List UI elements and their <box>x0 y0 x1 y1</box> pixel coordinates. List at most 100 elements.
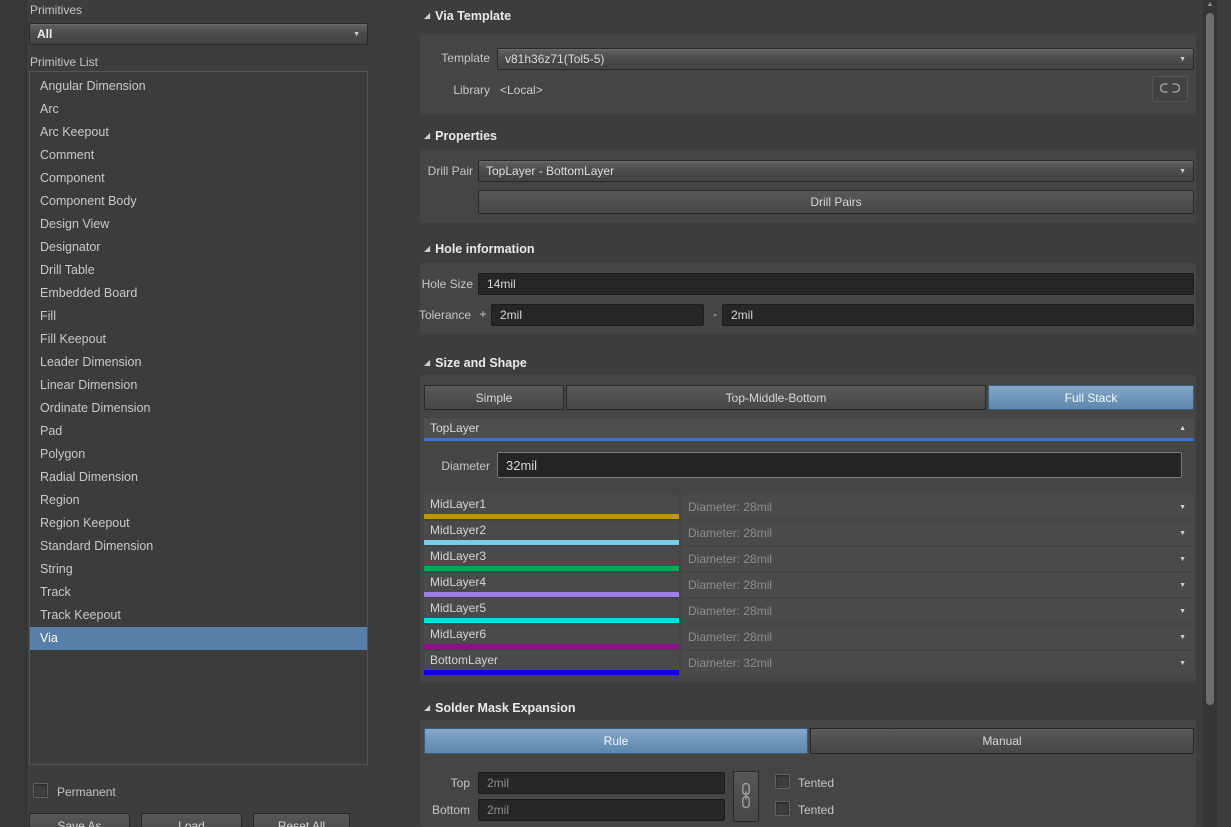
layer-label-cell: MidLayer1 <box>424 495 679 519</box>
chevron-down-icon: ▼ <box>1179 660 1186 667</box>
layer-label-cell: MidLayer4 <box>424 573 679 597</box>
tolerance-plus-sign: + <box>478 307 488 321</box>
primitive-list-item[interactable]: Arc Keepout <box>30 121 367 144</box>
primitive-list-item[interactable]: Designator <box>30 236 367 259</box>
primitive-list-item[interactable]: Ordinate Dimension <box>30 397 367 420</box>
primitive-list-item[interactable]: Comment <box>30 144 367 167</box>
save-as-button[interactable]: Save As <box>29 813 130 827</box>
properties-section-title: Properties <box>435 128 497 144</box>
primitive-list-item[interactable]: Region <box>30 489 367 512</box>
permanent-checkbox[interactable] <box>33 783 48 798</box>
section-expanded-icon: ◢ <box>424 359 430 367</box>
layer-label-cell: MidLayer5 <box>424 599 679 623</box>
solder-top-input[interactable]: 2mil <box>478 772 725 794</box>
diameter-input[interactable]: 32mil <box>497 452 1182 478</box>
chevron-down-icon: ▼ <box>1179 556 1186 563</box>
layer-name: MidLayer1 <box>430 497 486 511</box>
primitive-list-item[interactable]: Standard Dimension <box>30 535 367 558</box>
template-dropdown[interactable]: v81h36z71(Tol5-5) ▼ <box>497 48 1194 70</box>
layer-row[interactable]: MidLayer5Diameter: 28mil▼ <box>424 599 1194 623</box>
primitive-list-item[interactable]: Component <box>30 167 367 190</box>
top-layer-header-row[interactable]: TopLayer ▲ <box>424 418 1194 438</box>
chevron-down-icon: ▼ <box>1179 608 1186 615</box>
via-template-section-title: Via Template <box>435 8 511 24</box>
tab-full-stack[interactable]: Full Stack <box>988 385 1194 410</box>
tab-rule[interactable]: Rule <box>424 728 808 754</box>
layer-diameter-value: Diameter: 28mil <box>688 552 772 566</box>
layer-row[interactable]: MidLayer2Diameter: 28mil▼ <box>424 521 1194 545</box>
scroll-up-icon[interactable]: ▲ <box>1203 1 1217 8</box>
hole-size-input[interactable]: 14mil <box>478 273 1194 295</box>
primitive-list-item[interactable]: Drill Table <box>30 259 367 282</box>
drill-pairs-button[interactable]: Drill Pairs <box>478 190 1194 214</box>
primitive-list-item[interactable]: Polygon <box>30 443 367 466</box>
primitive-list-item[interactable]: Design View <box>30 213 367 236</box>
layer-row[interactable]: BottomLayerDiameter: 32mil▼ <box>424 651 1194 675</box>
template-value: v81h36z71(Tol5-5) <box>505 52 604 66</box>
primitive-list-item[interactable]: Region Keepout <box>30 512 367 535</box>
layer-row[interactable]: MidLayer6Diameter: 28mil▼ <box>424 625 1194 649</box>
hole-size-label: Hole Size <box>420 277 473 292</box>
layer-color-bar <box>424 644 679 649</box>
layer-diameter-value: Diameter: 32mil <box>688 656 772 670</box>
primitive-list-item[interactable]: Component Body <box>30 190 367 213</box>
scrollbar-thumb[interactable] <box>1206 13 1214 705</box>
layer-stack: MidLayer1Diameter: 28mil▼MidLayer2Diamet… <box>424 495 1194 677</box>
tented-top-label: Tented <box>798 776 834 791</box>
drill-pair-dropdown[interactable]: TopLayer - BottomLayer ▼ <box>478 160 1194 182</box>
solder-bottom-input[interactable]: 2mil <box>478 799 725 821</box>
primitive-list-item[interactable]: Via <box>30 627 367 650</box>
layer-value-cell: Diameter: 28mil▼ <box>682 625 1194 649</box>
section-expanded-icon: ◢ <box>424 132 430 140</box>
properties-section-header[interactable]: ◢ Properties <box>424 128 497 144</box>
load-button[interactable]: Load <box>141 813 242 827</box>
tolerance-plus-input[interactable]: 2mil <box>491 304 704 326</box>
chevron-down-icon: ▼ <box>353 31 360 38</box>
tab-top-middle-bottom[interactable]: Top-Middle-Bottom <box>566 385 986 410</box>
unlink-template-button[interactable] <box>1152 76 1188 102</box>
primitive-list-item[interactable]: Radial Dimension <box>30 466 367 489</box>
primitive-list[interactable]: Angular DimensionArcArc KeepoutCommentCo… <box>29 71 368 765</box>
top-layer-name: TopLayer <box>430 421 479 435</box>
primitive-list-item[interactable]: Linear Dimension <box>30 374 367 397</box>
primitive-list-item[interactable]: Track <box>30 581 367 604</box>
chevron-down-icon: ▼ <box>1179 530 1186 537</box>
primitive-list-item[interactable]: Fill <box>30 305 367 328</box>
primitive-list-item[interactable]: Leader Dimension <box>30 351 367 374</box>
primitive-list-item[interactable]: Embedded Board <box>30 282 367 305</box>
library-label: Library <box>424 83 490 98</box>
layer-name: MidLayer3 <box>430 549 486 563</box>
layer-row[interactable]: MidLayer1Diameter: 28mil▼ <box>424 495 1194 519</box>
layer-value-cell: Diameter: 28mil▼ <box>682 599 1194 623</box>
via-template-section-header[interactable]: ◢ Via Template <box>424 8 511 24</box>
chevron-down-icon: ▼ <box>1179 56 1186 63</box>
reset-all-button[interactable]: Reset All <box>253 813 350 827</box>
primitive-list-item[interactable]: String <box>30 558 367 581</box>
hole-information-section-header[interactable]: ◢ Hole information <box>424 241 534 257</box>
primitive-list-item[interactable]: Arc <box>30 98 367 121</box>
primitives-filter-dropdown[interactable]: All ▼ <box>29 23 368 45</box>
layer-value-cell: Diameter: 28mil ▼ <box>682 547 1194 571</box>
layer-label-cell: MidLayer3 <box>424 547 679 571</box>
primitive-list-item[interactable]: Fill Keepout <box>30 328 367 351</box>
primitive-list-item[interactable]: Pad <box>30 420 367 443</box>
layer-label-cell: MidLayer2 <box>424 521 679 545</box>
primitive-list-item[interactable]: Angular Dimension <box>30 75 367 98</box>
link-top-bottom-button[interactable] <box>733 771 759 822</box>
solder-mask-section-header[interactable]: ◢ Solder Mask Expansion <box>424 700 575 716</box>
broken-link-icon <box>1160 82 1180 96</box>
tented-top-checkbox[interactable] <box>775 774 790 789</box>
section-expanded-icon: ◢ <box>424 12 430 20</box>
tab-manual[interactable]: Manual <box>810 728 1194 754</box>
primitive-list-item[interactable]: Track Keepout <box>30 604 367 627</box>
layer-color-bar <box>424 514 679 519</box>
layer-row[interactable]: MidLayer3 Diameter: 28mil ▼ <box>424 547 1194 571</box>
vertical-scrollbar[interactable]: ▲ <box>1203 0 1217 827</box>
library-value: <Local> <box>500 83 543 97</box>
layer-value-cell: Diameter: 28mil▼ <box>682 573 1194 597</box>
tolerance-minus-input[interactable]: 2mil <box>722 304 1194 326</box>
tented-bottom-checkbox[interactable] <box>775 801 790 816</box>
size-and-shape-section-header[interactable]: ◢ Size and Shape <box>424 355 527 371</box>
layer-row[interactable]: MidLayer4Diameter: 28mil▼ <box>424 573 1194 597</box>
tab-simple[interactable]: Simple <box>424 385 564 410</box>
